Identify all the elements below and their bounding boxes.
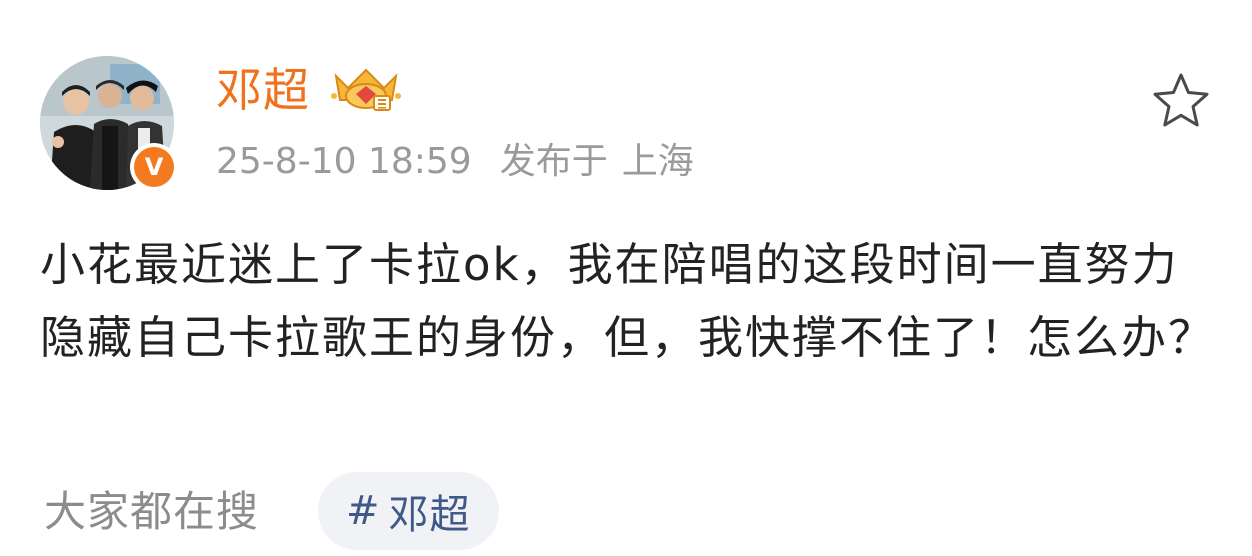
post-timestamp: 25-8-10 18:59: [216, 141, 472, 182]
search-tag-chip[interactable]: # 邓超: [318, 472, 499, 550]
post-text: 小花最近迷上了卡拉ok，我在陪唱的这段时间一直努力隐藏自己卡拉歌王的身份，但，我…: [40, 238, 1216, 364]
trending-search-label: 大家都在搜: [44, 487, 260, 536]
author-name[interactable]: 邓超: [216, 62, 310, 118]
weibo-post: V 邓超 25-8-10 18:59 发布于 上海 小花最近迷上了卡拉ok，我在陪唱…: [0, 0, 1252, 556]
search-tag-label: 邓超: [388, 492, 471, 538]
verified-badge: V: [130, 143, 178, 191]
hashtag-symbol: #: [346, 488, 381, 534]
favorite-star-icon[interactable]: [1150, 70, 1212, 132]
post-meta: 25-8-10 18:59 发布于 上海: [216, 140, 694, 184]
verified-v-icon: V: [134, 147, 174, 187]
crown-badge-icon[interactable]: [330, 66, 402, 114]
post-location: 上海: [621, 141, 694, 182]
published-label: 发布于: [499, 141, 608, 182]
